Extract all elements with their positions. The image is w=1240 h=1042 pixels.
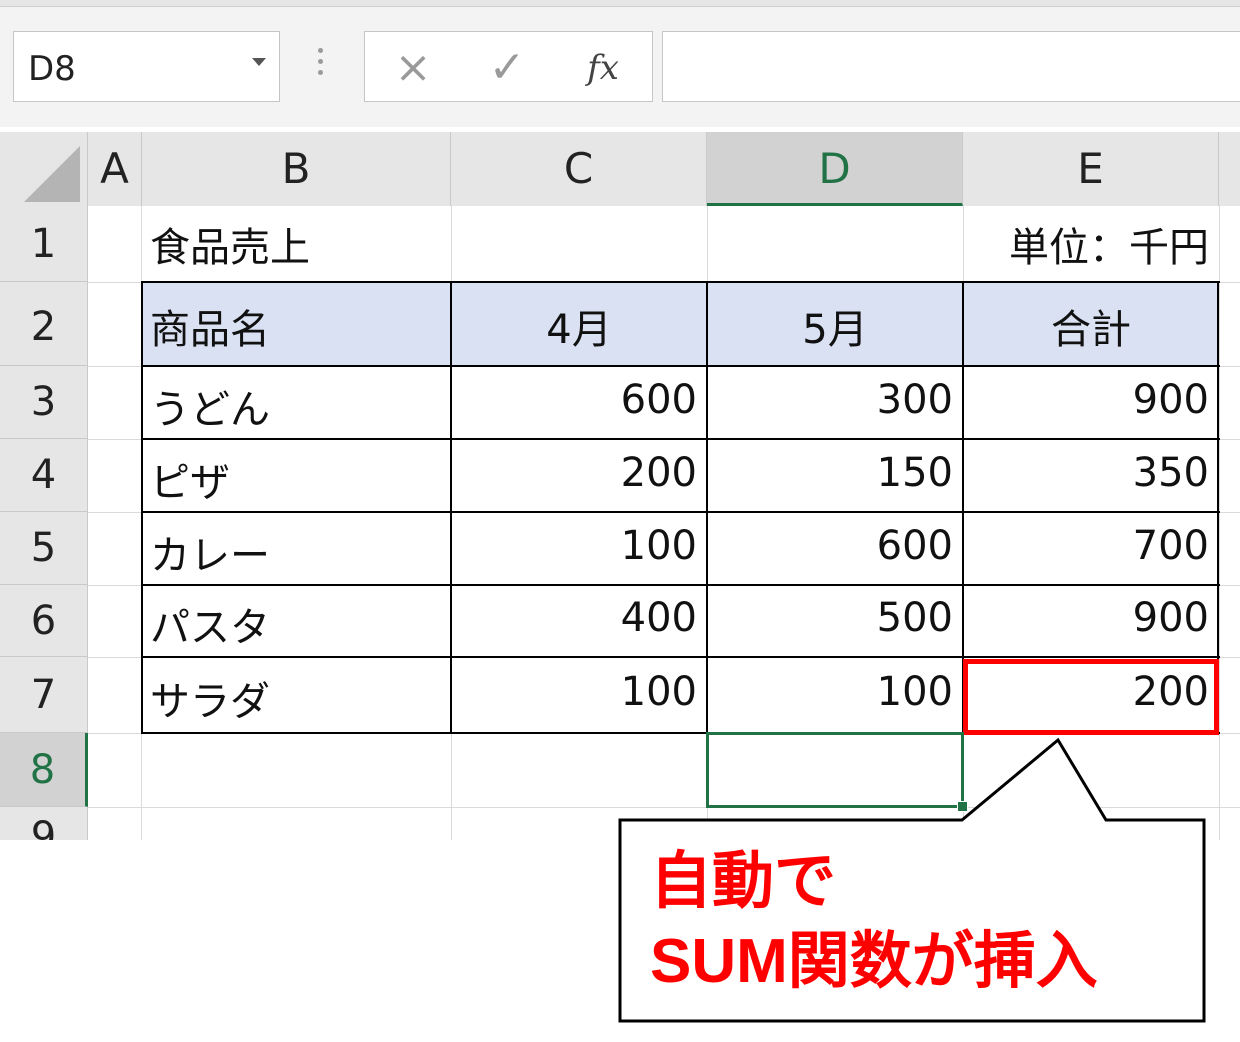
callout-line-1: 自動で <box>650 847 837 916</box>
callout-text: 自動で SUM関数が挿入 <box>650 842 1098 1002</box>
callout-line-2: SUM関数が挿入 <box>650 927 1098 996</box>
